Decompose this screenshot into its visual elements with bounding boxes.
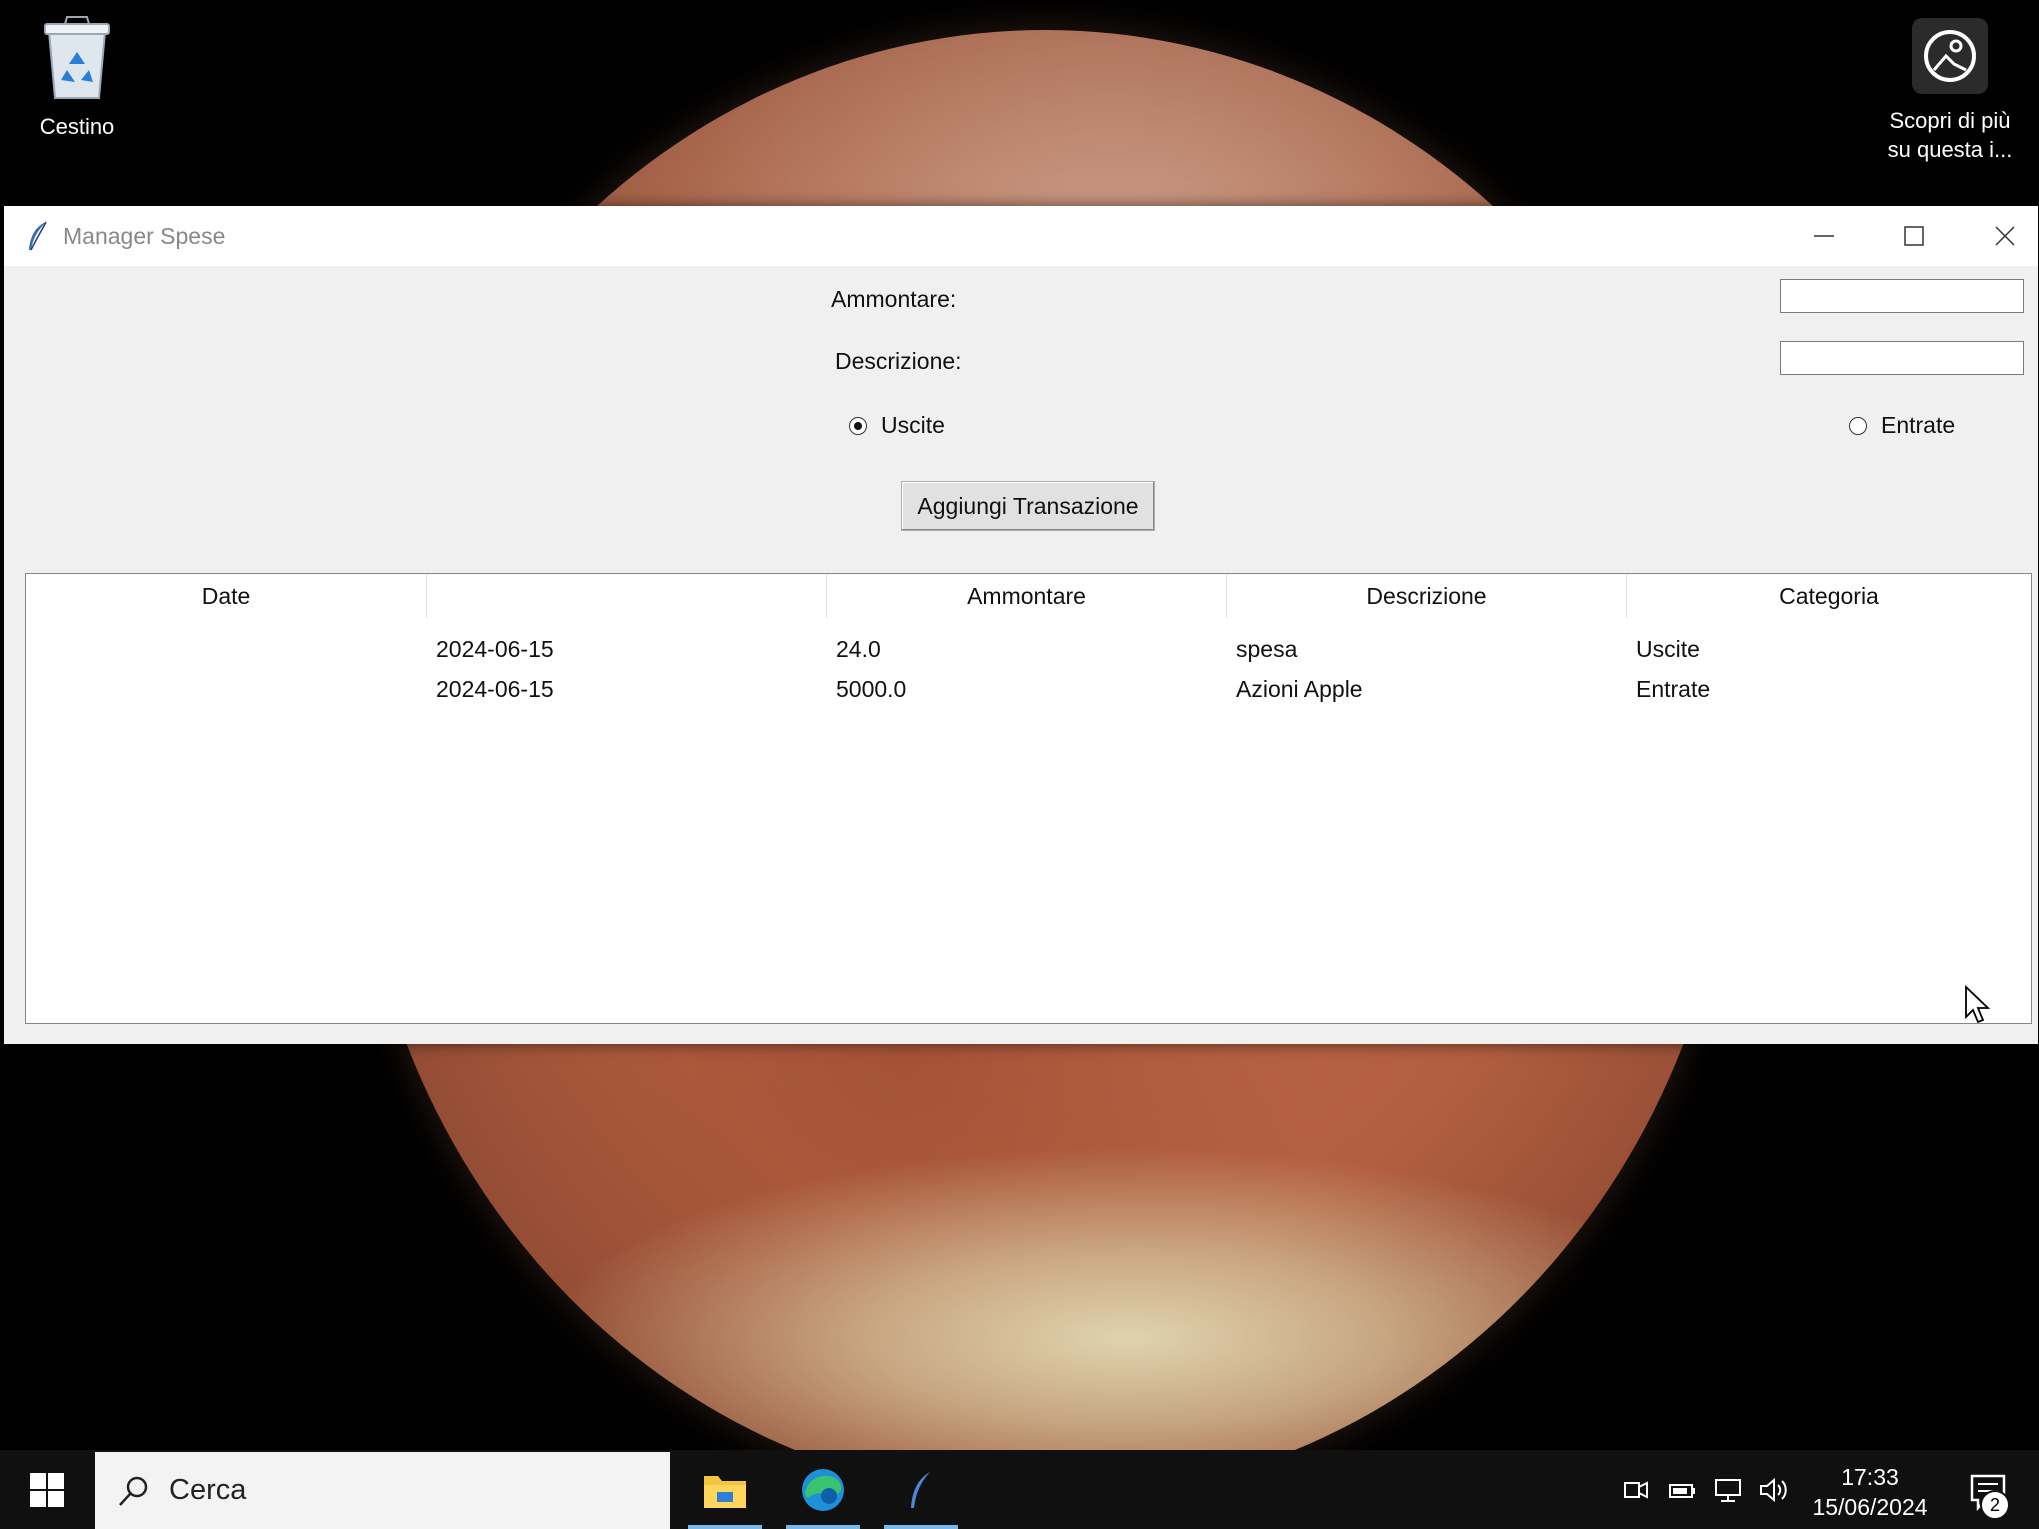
tray-meet-icon[interactable] [1616,1450,1656,1529]
description-input[interactable] [1780,341,2024,375]
column-header-blank[interactable] [427,574,827,618]
cell-col0 [26,629,427,669]
window-title: Manager Spese [63,223,226,249]
desktop-icon-label-line2: su questa i... [1887,137,2013,162]
title-bar[interactable]: Manager Spese [4,206,2038,266]
cell-amount: 5000.0 [836,675,907,702]
taskbar-clock[interactable]: 17:33 15/06/2024 [1790,1462,1950,1522]
minimize-button[interactable] [1779,206,1869,266]
amount-input[interactable] [1780,279,2024,313]
tray-network-icon[interactable] [1708,1450,1748,1529]
camera-tray-icon [1624,1480,1648,1499]
edge-browser-icon [802,1468,844,1511]
clock-time: 17:33 [1841,1464,1899,1490]
radio-entrate-indicator[interactable] [1849,416,1867,435]
radio-uscite[interactable]: Uscite [849,412,945,439]
radio-uscite-label: Uscite [881,412,945,438]
app-window: Manager Spese Ammontare: Descrizione: Us… [4,206,2038,1044]
cell-description: Azioni Apple [1236,675,1363,702]
minimize-icon [1814,235,1834,237]
transactions-table[interactable]: Date Ammontare Descrizione Categoria 202… [25,573,2032,1024]
active-app-indicator [786,1525,860,1529]
tray-battery-icon[interactable] [1662,1450,1702,1529]
recycle-bin-icon [44,16,110,99]
cell-amount: 24.0 [836,635,881,662]
close-icon [1995,226,2015,246]
volume-icon [1760,1477,1787,1502]
cell-date: 2024-06-15 [436,675,554,702]
spotlight-camera-icon [1912,18,1988,94]
taskbar-app-file-explorer[interactable] [684,1450,766,1529]
taskbar: Cerca 17:33 15/06/2024 2 [0,1450,2039,1529]
desktop-icon-label: Cestino [39,114,115,139]
cell-date: 2024-06-15 [436,635,554,662]
column-header-description[interactable]: Descrizione [1227,574,1627,618]
taskbar-app-edge[interactable] [782,1450,864,1529]
close-button[interactable] [1960,206,2039,266]
desktop-icon-recycle-bin[interactable]: Cestino [17,14,137,141]
column-header-amount[interactable]: Ammontare [827,574,1227,618]
maximize-icon [1904,226,1924,246]
table-header: Date Ammontare Descrizione Categoria [26,574,2031,618]
search-placeholder: Cerca [169,1474,247,1506]
tray-volume-icon[interactable] [1754,1450,1794,1529]
battery-icon [1669,1483,1695,1498]
radio-uscite-indicator[interactable] [849,416,867,435]
search-icon [119,1476,148,1506]
cell-col0 [26,669,427,709]
mouse-cursor-icon [1965,985,1990,1024]
network-icon [1715,1478,1741,1502]
active-app-indicator [688,1525,762,1529]
active-app-indicator [884,1525,958,1529]
desktop-icon-label-line1: Scopri di più [1889,108,2011,133]
clock-date: 15/06/2024 [1812,1494,1928,1520]
feather-icon [911,1471,930,1508]
cell-category: Entrate [1636,675,1711,702]
radio-entrate-label: Entrate [1881,412,1956,438]
feather-icon [29,221,47,251]
taskbar-search-box[interactable]: Cerca [95,1452,670,1529]
description-label: Descrizione: [835,348,962,374]
column-header-date[interactable]: Date [26,574,427,618]
file-explorer-icon [704,1475,746,1508]
desktop-icon-spotlight[interactable]: Scopri di più su questa i... [1880,18,2020,164]
maximize-button[interactable] [1869,206,1959,266]
taskbar-app-python[interactable] [880,1450,962,1529]
cell-description: spesa [1236,635,1298,662]
windows-logo-icon [29,1472,64,1507]
cell-category: Uscite [1636,635,1700,662]
table-row[interactable]: 2024-06-15 5000.0 Azioni Apple Entrate [26,669,2031,709]
notification-count-badge: 2 [1980,1490,2010,1520]
add-transaction-button[interactable]: Aggiungi Transazione [901,481,1155,531]
amount-label: Ammontare: [831,286,957,312]
table-row[interactable]: 2024-06-15 24.0 spesa Uscite [26,629,2031,669]
start-button[interactable] [0,1450,93,1529]
radio-entrate[interactable]: Entrate [1849,412,1955,439]
column-header-category[interactable]: Categoria [1627,574,2031,618]
